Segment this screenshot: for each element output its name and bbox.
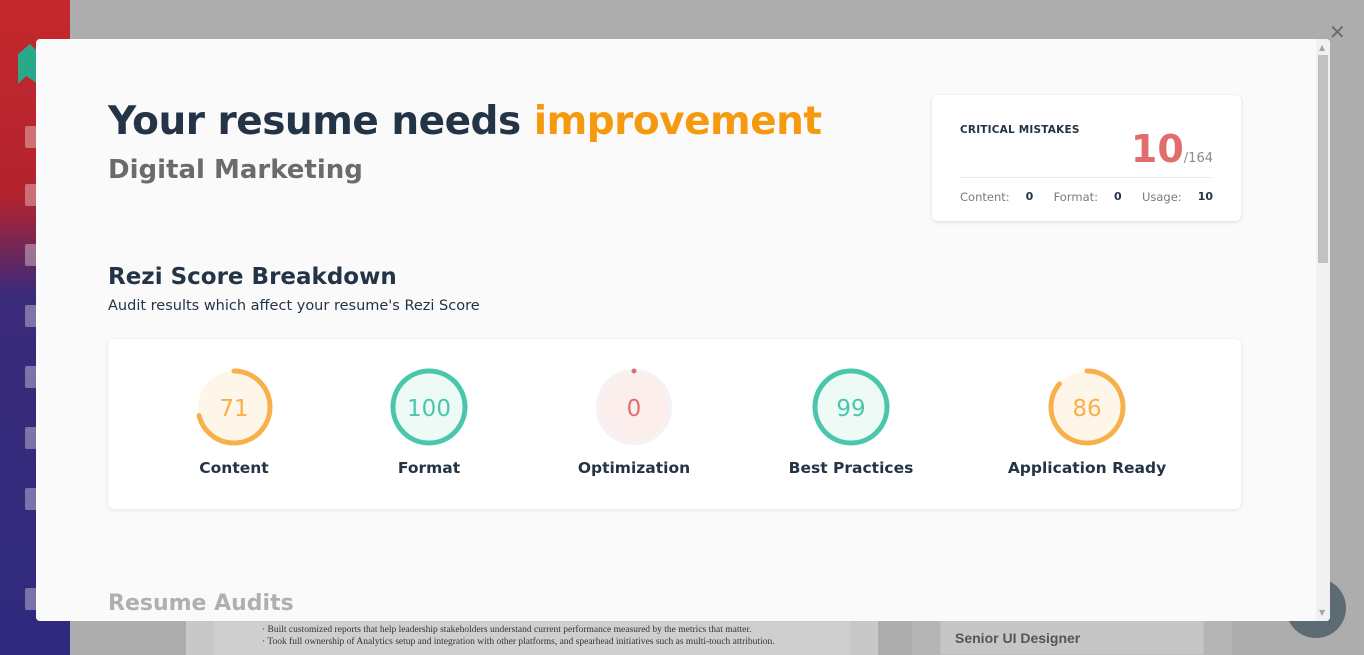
breakdown-value: 10 bbox=[1197, 190, 1213, 203]
critical-mistakes-count: 10/164 bbox=[1131, 127, 1213, 171]
score-breakdown-card: 71 Content 100 Format 0 Optimization 99 Best… bbox=[108, 339, 1241, 509]
breakdown-value: 0 bbox=[1114, 190, 1122, 203]
score-label: Best Practices bbox=[788, 459, 914, 477]
page-title: Your resume needs improvement bbox=[108, 99, 822, 144]
app-logo[interactable] bbox=[18, 44, 38, 84]
breakdown-value: 0 bbox=[1025, 190, 1034, 203]
breakdown-title: Rezi Score Breakdown bbox=[108, 264, 397, 290]
modal-scrollbar[interactable]: ▲ ▼ bbox=[1316, 39, 1330, 621]
score-value: 99 bbox=[836, 396, 865, 422]
scroll-thumb[interactable] bbox=[1318, 55, 1328, 263]
mistakes-total: /164 bbox=[1183, 151, 1213, 166]
critical-mistakes-card: CRITICAL MISTAKES 10/164 Content: 0 Forma… bbox=[932, 95, 1241, 221]
scroll-down-icon[interactable]: ▼ bbox=[1319, 608, 1325, 617]
score-value: 100 bbox=[407, 396, 451, 422]
breakdown-content: Content: 0 bbox=[960, 190, 1033, 204]
score-gauge: 99 bbox=[812, 368, 890, 446]
job-title: Senior UI Designer bbox=[955, 630, 1081, 646]
score-label: Format bbox=[397, 459, 461, 477]
score-gauge: 71 bbox=[195, 368, 273, 446]
score-best-practices[interactable]: 99 Best Practices bbox=[761, 365, 941, 477]
breakdown-subtitle: Audit results which affect your resume's… bbox=[108, 298, 480, 314]
score-gauge: 100 bbox=[390, 368, 468, 446]
critical-mistakes-title: CRITICAL MISTAKES bbox=[960, 124, 1080, 136]
resume-line: · Built customized reports that help lea… bbox=[262, 625, 752, 635]
score-value: 71 bbox=[219, 396, 248, 422]
score-format[interactable]: 100 Format bbox=[339, 365, 519, 477]
score-value: 86 bbox=[1072, 396, 1101, 422]
mistakes-breakdown: Content: 0 Format: 0 Usage: 10 bbox=[960, 190, 1213, 204]
job-card[interactable]: Senior UI Designer bbox=[940, 618, 1204, 655]
breakdown-label: Usage: bbox=[1141, 190, 1182, 204]
score-gauge: 86 bbox=[1048, 368, 1126, 446]
score-label: Application Ready bbox=[1007, 459, 1167, 477]
resume-audits-title: Resume Audits bbox=[108, 591, 294, 616]
score-modal: Your resume needs improvement Digital Ma… bbox=[36, 39, 1330, 621]
score-label: Content bbox=[199, 459, 269, 477]
score-optimization[interactable]: 0 Optimization bbox=[544, 365, 724, 477]
score-value: 0 bbox=[627, 396, 642, 422]
breakdown-label: Format: bbox=[1053, 190, 1098, 204]
score-label: Optimization bbox=[577, 459, 691, 477]
gauge-arc bbox=[631, 368, 637, 374]
breakdown-usage: Usage: 10 bbox=[1142, 190, 1213, 204]
close-icon[interactable]: ✕ bbox=[1329, 22, 1346, 42]
breakdown-format: Format: 0 bbox=[1054, 190, 1122, 204]
score-content[interactable]: 71 Content bbox=[144, 365, 324, 477]
score-application-ready[interactable]: 86 Application Ready bbox=[997, 365, 1177, 477]
headline-prefix: Your resume needs bbox=[108, 99, 534, 144]
breakdown-label: Content: bbox=[960, 190, 1010, 204]
scroll-up-icon[interactable]: ▲ bbox=[1319, 43, 1325, 52]
resume-line: · Took full ownership of Analytics setup… bbox=[262, 637, 775, 647]
resume-role-title: Digital Marketing bbox=[108, 155, 363, 185]
score-gauge: 0 bbox=[596, 368, 672, 445]
mistakes-number: 10 bbox=[1130, 127, 1184, 171]
divider bbox=[960, 177, 1213, 178]
headline-accent: improvement bbox=[533, 99, 822, 144]
